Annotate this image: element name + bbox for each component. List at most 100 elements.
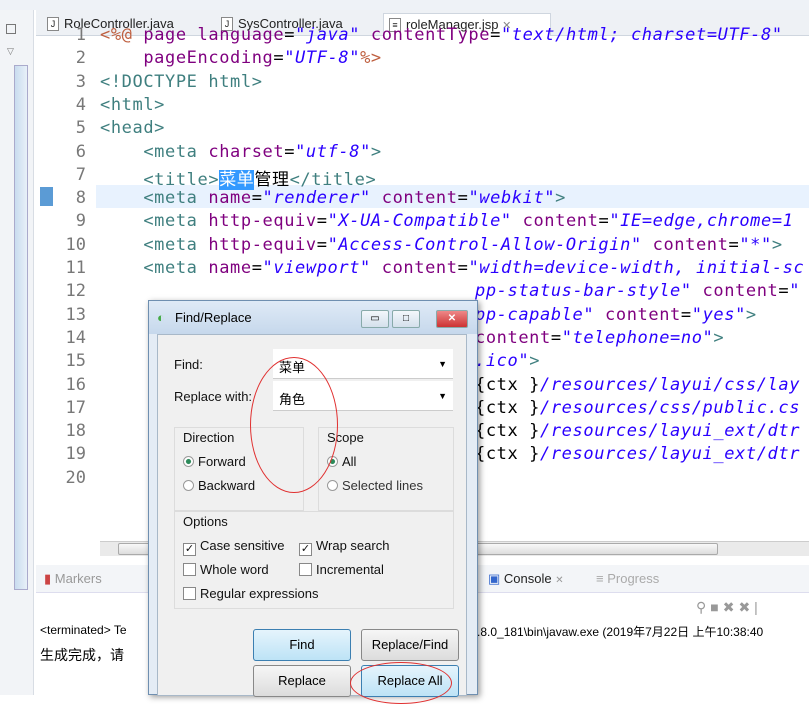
tab-label: Markers <box>54 571 102 586</box>
restore-icon[interactable] <box>6 24 16 34</box>
code-line: pp-capable" content="yes"> <box>475 304 757 325</box>
line-number: 12 <box>65 281 86 302</box>
code-line: pp-status-bar-style" content=" <box>475 281 801 302</box>
console-output: 生成完成，请 <box>40 647 124 663</box>
checkbox-case-sensitive[interactable]: ✓ Case sensitive <box>183 538 285 556</box>
radio-label: Selected lines <box>342 478 423 493</box>
radio-label: Forward <box>198 454 246 469</box>
minimize-button[interactable]: ▭ <box>361 310 389 328</box>
line-number: 19 <box>65 444 86 465</box>
find-label: Find: <box>174 357 203 372</box>
checkbox-wrap-search[interactable]: ✓ Wrap search <box>299 538 389 556</box>
code-line: {ctx }/resources/layui_ext/dtr <box>475 444 801 465</box>
console-toolbar-icons[interactable]: ⚲■✖✖| <box>696 599 762 616</box>
console-icon: ▣ <box>488 571 501 586</box>
radio-label: All <box>342 454 357 469</box>
progress-icon: ≡ <box>596 571 604 586</box>
code-line: {ctx }/resources/css/public.cs <box>475 397 801 418</box>
replace-find-button[interactable]: Replace/Find <box>361 629 459 661</box>
checkbox-icon <box>183 587 196 600</box>
checkbox-icon <box>183 563 196 576</box>
line-number: 14 <box>65 327 86 348</box>
dialog-title: Find/Replace <box>175 310 252 325</box>
close-button[interactable]: ✕ <box>436 310 468 328</box>
options-label: Options <box>183 514 228 529</box>
code-line: content="telephone=no"> <box>475 327 725 348</box>
overview-ruler[interactable] <box>14 65 28 590</box>
top-strip <box>0 0 809 10</box>
checkbox-label: Regular expressions <box>200 586 319 601</box>
line-number: 7 <box>75 164 86 185</box>
code-line: <meta name="viewport" content="width=dev… <box>100 258 805 278</box>
line-number: 3 <box>75 71 86 92</box>
maximize-button[interactable]: □ <box>392 310 420 328</box>
line-number: 20 <box>65 467 86 488</box>
tab-label: Progress <box>607 571 660 586</box>
line-number: 4 <box>75 94 86 115</box>
checkbox-whole-word[interactable]: Whole word <box>183 562 269 577</box>
line-number: 5 <box>75 118 86 139</box>
annotation-circle <box>250 357 338 493</box>
code-line: .ico"> <box>475 351 541 372</box>
markers-icon: ▮ <box>44 571 52 586</box>
checkbox-icon <box>299 563 312 576</box>
eclipse-icon: ◐ <box>157 310 165 325</box>
code-line: pageEncoding="UTF-8"%> <box>143 48 382 69</box>
checkbox-label: Case sensitive <box>200 538 285 553</box>
scope-group: Scope All Selected lines <box>318 427 454 511</box>
dropdown-arrow-icon[interactable]: ▼ <box>438 391 447 401</box>
line-number: 1 <box>75 25 86 45</box>
annotation-circle <box>350 662 452 704</box>
line-number: 15 <box>65 351 86 372</box>
code-line: <head> <box>100 118 166 139</box>
tab-console[interactable]: ▣ Console ✕ <box>488 571 564 587</box>
code-line: {ctx }/resources/layui/css/lay <box>475 374 801 395</box>
code-line: <title>菜单管理</title> <box>100 169 377 190</box>
line-number: 17 <box>65 397 86 418</box>
radio-backward[interactable]: Backward <box>183 478 255 493</box>
dropdown-arrow-icon[interactable]: ▼ <box>438 359 447 369</box>
radio-icon <box>183 480 194 491</box>
line-number: 6 <box>75 141 86 162</box>
tab-markers[interactable]: ▮ Markers <box>44 571 102 587</box>
direction-label: Direction <box>183 430 235 445</box>
code-line: <!DOCTYPE html> <box>100 71 263 92</box>
replace-button[interactable]: Replace <box>253 665 351 697</box>
line-number: 2 <box>75 48 86 69</box>
code-line: <html> <box>100 94 166 115</box>
dialog-titlebar[interactable]: ◐ Find/Replace ▭ □ ✕ <box>149 301 477 334</box>
chevron-down-icon[interactable]: ▽ <box>7 46 14 57</box>
replace-label: Replace with: <box>174 389 253 404</box>
code-line: {ctx }/resources/layui_ext/dtr <box>475 421 801 442</box>
radio-icon <box>327 480 338 491</box>
code-line: <meta http-equiv="X-UA-Compatible" conte… <box>100 211 794 232</box>
tab-label: Console <box>503 571 552 586</box>
checkbox-incremental[interactable]: Incremental <box>299 562 384 577</box>
close-icon[interactable]: ✕ <box>555 575 563 586</box>
line-number: 11 <box>65 258 86 278</box>
line-number: 10 <box>65 234 86 255</box>
find-button[interactable]: Find <box>253 629 351 661</box>
code-line: <meta name="renderer" content="webkit"> <box>100 188 566 209</box>
checkbox-label: Incremental <box>316 562 384 577</box>
checkbox-label: Wrap search <box>316 538 390 553</box>
line-number: 18 <box>65 421 86 442</box>
console-path: .8.0_181\bin\javaw.exe (2019年7月22日 上午10:… <box>477 625 764 639</box>
radio-selected-lines[interactable]: Selected lines <box>327 478 423 493</box>
checkbox-regex[interactable]: Regular expressions <box>183 586 319 601</box>
code-line: <%@ page language="java" contentType="te… <box>100 25 783 45</box>
radio-icon <box>183 456 194 467</box>
checkbox-icon: ✓ <box>299 543 312 556</box>
checkbox-label: Whole word <box>200 562 269 577</box>
code-line: <meta http-equiv="Access-Control-Allow-O… <box>100 234 783 255</box>
console-terminated: <terminated> Te <box>40 623 127 637</box>
radio-label: Backward <box>198 478 256 493</box>
find-replace-dialog: ◐ Find/Replace ▭ □ ✕ Find: 菜单 ▼ Replace w… <box>148 300 478 697</box>
checkbox-icon: ✓ <box>183 543 196 556</box>
radio-forward[interactable]: Forward <box>183 454 246 469</box>
options-group: Options ✓ Case sensitive ✓ Wrap search Who… <box>174 511 454 609</box>
line-number: 16 <box>65 374 86 395</box>
tab-progress[interactable]: ≡ Progress <box>596 571 659 586</box>
line-number: 13 <box>65 304 86 325</box>
code-line: <meta charset="utf-8"> <box>100 141 382 162</box>
